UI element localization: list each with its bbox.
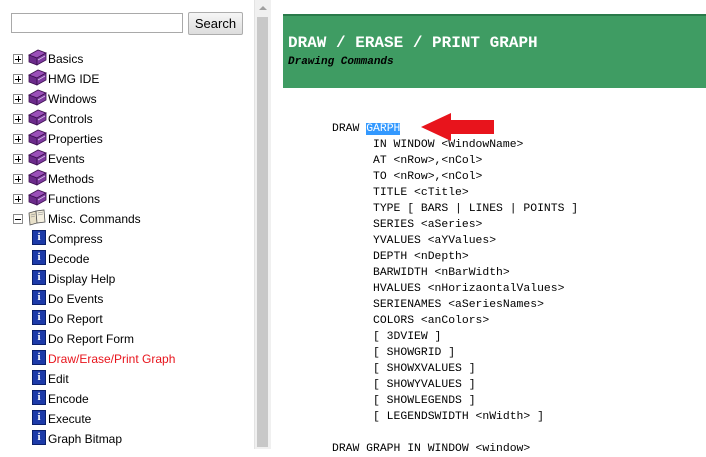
code-line: TITLE <cTitle> — [332, 187, 469, 199]
code-line: [ SHOWXVALUES ] — [332, 363, 476, 375]
tree-item[interactable]: Controls — [0, 109, 254, 129]
content-pane: DRAW / ERASE / PRINT GRAPH Drawing Comma… — [271, 0, 706, 455]
tree-subitem-label: Do Report — [48, 312, 103, 326]
help-topic-icon: i — [32, 430, 46, 445]
expand-icon[interactable] — [13, 74, 23, 84]
red-arrow-icon — [421, 113, 494, 141]
code-lines: IN WINDOW <WindowName> AT <nRow>,<nCol> … — [332, 139, 578, 455]
help-topic-icon: i — [32, 250, 46, 265]
tree-subitem[interactable]: i Do Report Form — [0, 329, 254, 349]
expand-icon[interactable] — [13, 114, 23, 124]
code-line: [ SHOWYVALUES ] — [332, 379, 476, 391]
tree-subitem-label: Execute — [48, 412, 92, 426]
code-line: DEPTH <nDepth> — [332, 251, 469, 263]
code-line: TO <nRow>,<nCol> — [332, 171, 483, 183]
code-line: [ 3DVIEW ] — [332, 331, 442, 343]
nav-scrollbar[interactable] — [254, 0, 271, 449]
code-line: AT <nRow>,<nCol> — [332, 155, 483, 167]
tree-subitem-label: Draw/Erase/Print Graph — [48, 352, 176, 366]
highlighted-text: GARPH — [366, 123, 401, 135]
tree-subitem[interactable]: i Compress — [0, 229, 254, 249]
tree-subitem[interactable]: i Do Events — [0, 289, 254, 309]
code-line: COLORS <anColors> — [332, 315, 490, 327]
syntax-code-block: DRAW GARPH IN WINDOW <WindowName> AT <nR… — [332, 121, 578, 457]
topic-tree: Basics HMG IDE Windows Controls Properties Ev… — [0, 49, 254, 449]
help-topic-icon: i — [32, 230, 46, 245]
tree-subitem[interactable]: i Graph Bitmap — [0, 429, 254, 449]
expand-icon[interactable] — [13, 174, 23, 184]
code-prefix: DRAW — [332, 123, 367, 135]
tree-item[interactable]: HMG IDE — [0, 69, 254, 89]
tree-subitem-label: Compress — [48, 232, 103, 246]
tree-item[interactable]: Events — [0, 149, 254, 169]
tree-item-label: Events — [48, 152, 85, 166]
help-topic-icon: i — [32, 290, 46, 305]
code-line: SERIENAMES <aSeriesNames> — [332, 299, 544, 311]
tree-subitem[interactable]: i Execute — [0, 409, 254, 429]
help-topic-icon: i — [32, 350, 46, 365]
code-line: YVALUES <aYValues> — [332, 235, 497, 247]
tree-subitem-label: Do Events — [48, 292, 104, 306]
header-banner: DRAW / ERASE / PRINT GRAPH Drawing Comma… — [283, 14, 706, 88]
navigation-pane: Search Basics HMG IDE Windows Controls Prope… — [0, 0, 254, 449]
code-line: [ SHOWGRID ] — [332, 347, 456, 359]
code-line: BARWIDTH <nBarWidth> — [332, 267, 510, 279]
tree-subitem[interactable]: i Edit — [0, 369, 254, 389]
expand-icon[interactable] — [13, 94, 23, 104]
tree-item-label: Methods — [48, 172, 95, 186]
tree-item[interactable]: Properties — [0, 129, 254, 149]
tree-item-label: Functions — [48, 192, 101, 206]
tree-subitem-label: Edit — [48, 372, 69, 386]
help-topic-icon: i — [32, 330, 46, 345]
page-title: DRAW / ERASE / PRINT GRAPH — [288, 34, 538, 52]
tree-item[interactable]: Misc. Commands — [0, 209, 254, 229]
expand-icon[interactable] — [13, 194, 23, 204]
help-topic-icon: i — [32, 370, 46, 385]
tree-item-label: HMG IDE — [48, 72, 100, 86]
tree-subitem-label: Display Help — [48, 272, 116, 286]
tree-subitem-label: Decode — [48, 252, 90, 266]
tree-item-label: Windows — [48, 92, 97, 106]
scroll-up-arrow-icon[interactable] — [259, 6, 267, 10]
expand-icon[interactable] — [13, 54, 23, 64]
tree-item-label: Misc. Commands — [48, 212, 141, 226]
help-topic-icon: i — [32, 310, 46, 325]
tree-subitem[interactable]: i Draw/Erase/Print Graph — [0, 349, 254, 369]
code-line: HVALUES <nHorizaontalValues> — [332, 283, 565, 295]
expand-icon[interactable] — [13, 154, 23, 164]
tree-item-label: Controls — [48, 112, 93, 126]
tree-item[interactable]: Functions — [0, 189, 254, 209]
code-line: [ SHOWLEGENDS ] — [332, 395, 476, 407]
page-subtitle: Drawing Commands — [288, 56, 394, 68]
tree-item[interactable]: Basics — [0, 49, 254, 69]
tree-subitem[interactable]: i Display Help — [0, 269, 254, 289]
collapse-icon[interactable] — [13, 214, 23, 224]
help-topic-icon: i — [32, 410, 46, 425]
tree-item-label: Basics — [48, 52, 84, 66]
tree-item-label: Properties — [48, 132, 103, 146]
tree-subitem-label: Do Report Form — [48, 332, 135, 346]
tree-subitem[interactable]: i Decode — [0, 249, 254, 269]
search-input[interactable] — [11, 13, 183, 33]
tree-subitem[interactable]: i Encode — [0, 389, 254, 409]
help-topic-icon: i — [32, 390, 46, 405]
code-line: TYPE [ BARS | LINES | POINTS ] — [332, 203, 579, 215]
tree-item[interactable]: Methods — [0, 169, 254, 189]
search-button[interactable]: Search — [188, 12, 243, 35]
tree-subitem[interactable]: i Do Report — [0, 309, 254, 329]
code-line: SERIES <aSeries> — [332, 219, 483, 231]
help-topic-icon: i — [32, 270, 46, 285]
code-line: DRAW GRAPH IN WINDOW <window> — [332, 443, 531, 455]
code-line: [ LEGENDSWIDTH <nWidth> ] — [332, 411, 544, 423]
expand-icon[interactable] — [13, 134, 23, 144]
tree-subitem-label: Encode — [48, 392, 89, 406]
tree-item[interactable]: Windows — [0, 89, 254, 109]
tree-subitem-label: Graph Bitmap — [48, 432, 123, 446]
scroll-thumb[interactable] — [257, 17, 268, 447]
